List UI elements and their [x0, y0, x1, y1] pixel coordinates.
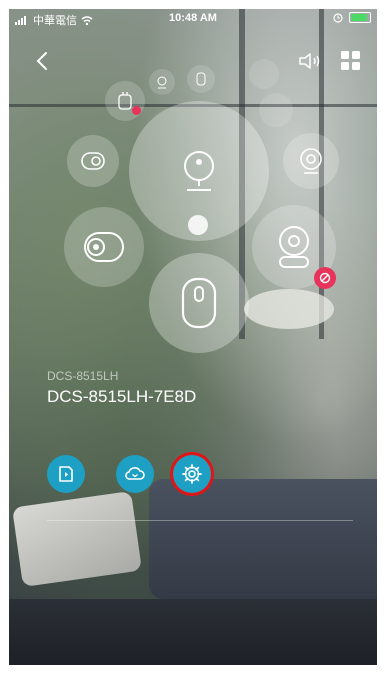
device-bubble[interactable] — [105, 81, 145, 121]
speaker-icon — [299, 53, 320, 69]
sensor-icon — [196, 72, 206, 86]
camera-icon — [81, 152, 105, 170]
camera-icon — [84, 232, 124, 262]
gear-icon — [182, 464, 202, 484]
status-right — [333, 12, 371, 23]
settings-button[interactable] — [173, 455, 211, 493]
offline-badge — [314, 267, 336, 289]
battery-icon — [349, 12, 371, 23]
offline-badge — [132, 106, 141, 115]
device-bubble[interactable] — [149, 69, 175, 95]
floor — [9, 599, 377, 665]
status-time: 10:48 AM — [169, 12, 217, 24]
grid-icon — [341, 51, 360, 70]
device-name: DCS-8515LH-7E8D — [47, 387, 197, 406]
device-bubble[interactable] — [64, 207, 144, 287]
camera-icon — [184, 151, 214, 191]
divider — [47, 520, 353, 521]
pan-tilt-camera-icon — [279, 226, 309, 268]
sofa — [149, 479, 377, 599]
battery-fill — [351, 14, 367, 21]
lamp-shade — [244, 289, 334, 329]
device-bubble[interactable] — [67, 135, 119, 187]
status-bar: 中華電信 10:48 AM — [9, 9, 377, 29]
blocked-icon — [319, 272, 331, 284]
grid-view-button[interactable] — [339, 49, 363, 73]
cloud-icon — [125, 467, 145, 480]
device-bubble-selected[interactable] — [149, 253, 249, 353]
camera-icon — [300, 148, 322, 174]
camera-icon — [157, 76, 167, 89]
device-bubble[interactable] — [252, 205, 336, 289]
device-bubble[interactable] — [259, 93, 293, 127]
screen: 中華電信 10:48 AM DCS-8515LH DCS-8515LH-7E8D — [9, 9, 377, 665]
chevron-left-icon — [36, 52, 47, 70]
storage-button[interactable] — [47, 455, 85, 493]
back-button[interactable] — [31, 49, 55, 73]
device-bubble[interactable] — [249, 59, 279, 89]
alarm-icon — [333, 12, 343, 23]
sd-card-icon — [59, 466, 73, 482]
sound-button[interactable] — [297, 49, 323, 73]
device-bubble[interactable] — [283, 133, 339, 189]
motion-sensor-icon — [181, 277, 217, 329]
device-bubble[interactable] — [187, 65, 215, 93]
page-indicator-dot — [188, 215, 208, 235]
pillow — [12, 491, 142, 587]
cloud-button[interactable] — [116, 455, 154, 493]
device-model: DCS-8515LH — [47, 369, 119, 383]
